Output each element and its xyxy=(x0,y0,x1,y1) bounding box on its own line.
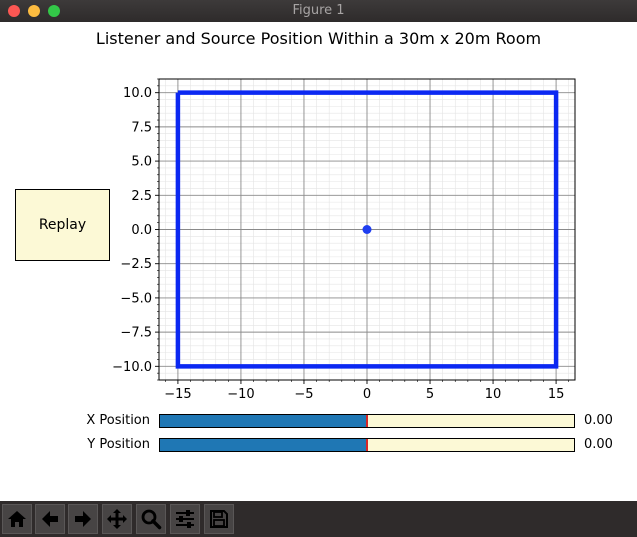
replay-button[interactable]: Replay xyxy=(15,189,110,261)
y-position-slider[interactable] xyxy=(159,438,575,452)
replay-button-label: Replay xyxy=(38,217,87,233)
x-tick-label: 5 xyxy=(426,387,434,402)
y-tick-label: −10.0 xyxy=(112,360,152,375)
x-tick-label: 0 xyxy=(363,387,371,402)
y-tick-label: 10.0 xyxy=(123,86,152,101)
y-position-slider-handle[interactable] xyxy=(366,439,368,451)
y-tick-label: 7.5 xyxy=(131,120,152,135)
forward-button[interactable] xyxy=(68,504,98,534)
x-tick-label: 15 xyxy=(548,387,565,402)
y-tick-label: −7.5 xyxy=(120,326,152,341)
x-position-value: 0.00 xyxy=(584,413,613,428)
back-arrow-icon xyxy=(42,511,58,527)
pan-button[interactable] xyxy=(102,504,132,534)
configure-subplots-button[interactable] xyxy=(170,504,200,534)
y-tick-label: −2.5 xyxy=(120,257,152,272)
configure-subplots-icon xyxy=(176,510,194,528)
x-position-slider-handle[interactable] xyxy=(366,415,368,427)
zoom-icon xyxy=(141,509,162,530)
save-button[interactable] xyxy=(204,504,234,534)
home-icon xyxy=(8,511,26,527)
y-tick-label: −5.0 xyxy=(120,291,152,306)
x-tick-label: 10 xyxy=(485,387,502,402)
listener-point xyxy=(362,225,372,234)
x-tick-label: −10 xyxy=(227,387,254,402)
x-position-label: X Position xyxy=(86,413,150,428)
forward-arrow-icon xyxy=(75,511,91,527)
y-position-slider-fill xyxy=(160,439,367,451)
y-tick-label: 2.5 xyxy=(131,189,152,204)
y-tick-label: 5.0 xyxy=(131,155,152,170)
x-position-slider[interactable] xyxy=(159,414,575,428)
home-button[interactable] xyxy=(2,504,32,534)
x-position-slider-fill xyxy=(160,415,367,427)
save-icon xyxy=(210,510,228,528)
back-button[interactable] xyxy=(35,504,65,534)
y-tick-label: 0.0 xyxy=(131,223,152,238)
y-position-label: Y Position xyxy=(87,437,150,452)
navigation-toolbar xyxy=(0,501,637,537)
zoom-button[interactable] xyxy=(136,504,166,534)
x-tick-label: −15 xyxy=(164,387,191,402)
pan-icon xyxy=(107,509,127,529)
y-position-value: 0.00 xyxy=(584,437,613,452)
x-tick-label: −5 xyxy=(294,387,313,402)
